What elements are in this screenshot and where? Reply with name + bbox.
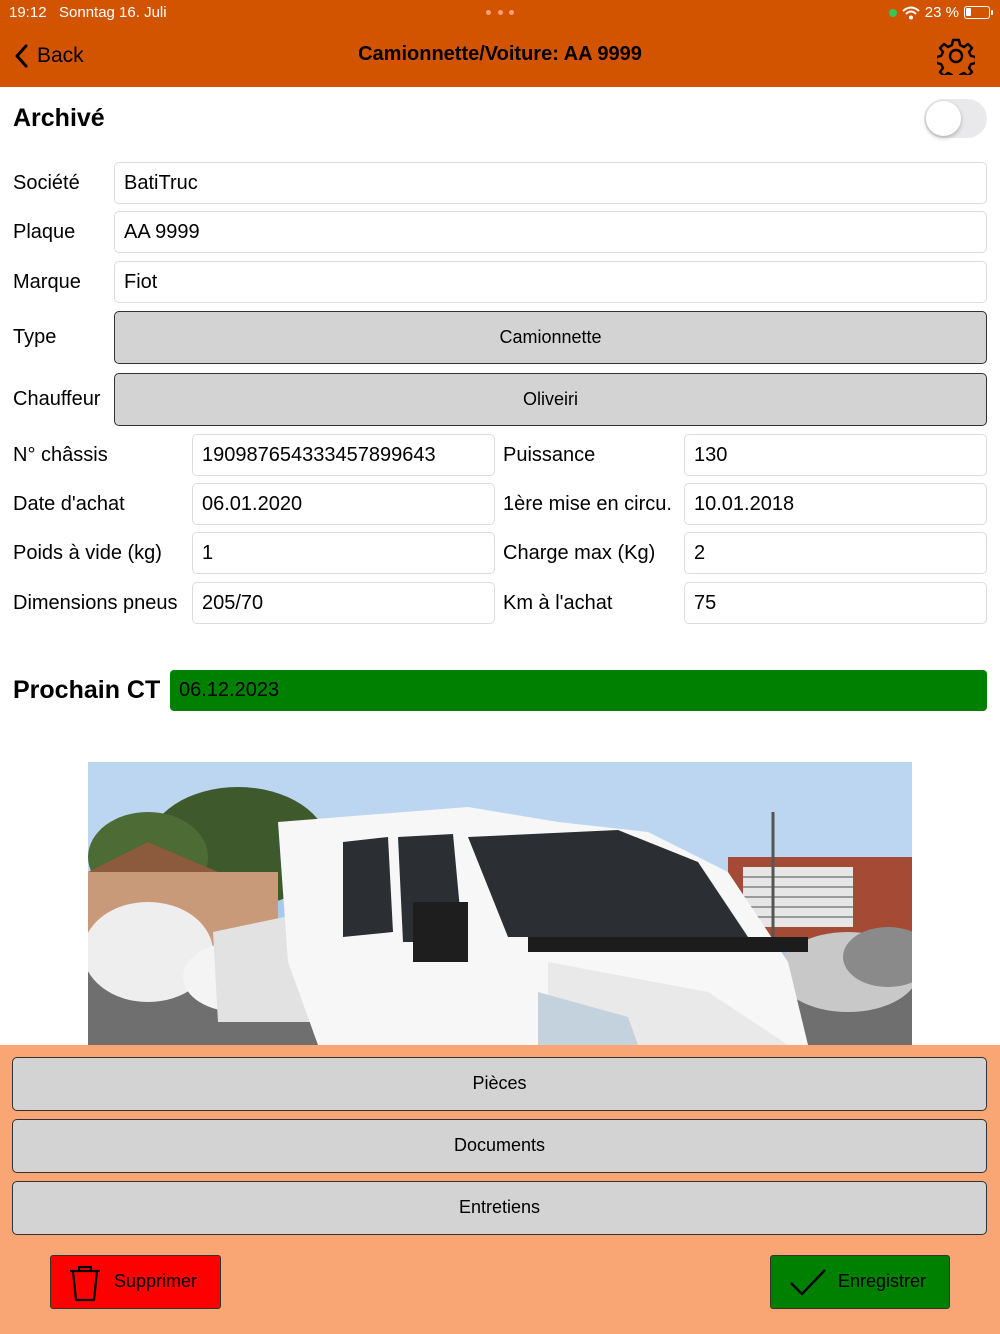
societe-label: Société xyxy=(13,172,80,194)
plaque-label: Plaque xyxy=(13,221,76,243)
documents-button[interactable]: Documents xyxy=(12,1119,987,1173)
status-time: 19:12 xyxy=(9,4,47,21)
date-achat-field[interactable]: 06.01.2020 xyxy=(192,483,495,525)
camera-indicator-icon xyxy=(888,8,897,17)
archive-toggle[interactable] xyxy=(924,99,987,138)
delete-label: Supprimer xyxy=(114,1271,198,1291)
vehicle-photo[interactable] xyxy=(88,762,912,1045)
prochain-ct-date[interactable]: 06.12.2023 xyxy=(170,670,987,711)
status-bar: 19:12 Sonntag 16. Juli 23 % xyxy=(0,0,1000,26)
marque-field[interactable]: Fiot xyxy=(114,261,987,303)
poids-vide-field[interactable]: 1 xyxy=(192,532,495,574)
status-date: Sonntag 16. Juli xyxy=(59,4,167,21)
archive-label: Archivé xyxy=(13,104,105,132)
plaque-field[interactable]: AA 9999 xyxy=(114,211,987,253)
toggle-knob xyxy=(926,101,961,136)
delete-button[interactable]: Supprimer xyxy=(50,1255,221,1309)
entretiens-button[interactable]: Entretiens xyxy=(12,1181,987,1235)
save-button[interactable]: Enregistrer xyxy=(770,1255,950,1309)
multitasking-dots-icon[interactable] xyxy=(486,10,514,16)
battery-icon xyxy=(964,6,993,19)
mise-en-circu-field[interactable]: 10.01.2018 xyxy=(684,483,987,525)
charge-max-label: Charge max (Kg) xyxy=(503,542,656,564)
marque-label: Marque xyxy=(13,271,81,293)
checkmark-icon xyxy=(790,1269,826,1296)
charge-max-field[interactable]: 2 xyxy=(684,532,987,574)
type-label: Type xyxy=(13,326,57,348)
chauffeur-picker-button[interactable]: Oliveiri xyxy=(114,373,987,426)
status-indicators: 23 % xyxy=(888,4,993,21)
battery-percent: 23 % xyxy=(924,4,959,21)
dimensions-pneus-field[interactable]: 205/70 xyxy=(192,582,495,624)
km-achat-field[interactable]: 75 xyxy=(684,582,987,624)
page-title: Camionnette/Voiture: AA 9999 xyxy=(358,43,642,65)
puissance-label: Puissance xyxy=(503,444,596,466)
type-picker-button[interactable]: Camionnette xyxy=(114,311,987,364)
chassis-field[interactable]: 190987654333457899643 xyxy=(192,434,495,476)
date-achat-label: Date d'achat xyxy=(13,493,125,515)
save-label: Enregistrer xyxy=(838,1271,927,1291)
pieces-button[interactable]: Pièces xyxy=(12,1057,987,1111)
puissance-field[interactable]: 130 xyxy=(684,434,987,476)
km-achat-label: Km à l'achat xyxy=(503,592,613,614)
societe-field[interactable]: BatiTruc xyxy=(114,162,987,204)
settings-button[interactable] xyxy=(934,37,978,82)
navigation-header: 19:12 Sonntag 16. Juli 23 % Back Camionn… xyxy=(0,0,1000,87)
mise-en-circu-label: 1ère mise en circu. xyxy=(503,493,672,515)
chassis-label: N° châssis xyxy=(13,444,108,466)
poids-vide-label: Poids à vide (kg) xyxy=(13,542,162,564)
chauffeur-label: Chauffeur xyxy=(13,388,101,410)
dimensions-pneus-label: Dimensions pneus xyxy=(13,592,178,614)
trash-icon xyxy=(70,1265,100,1302)
prochain-ct-label: Prochain CT xyxy=(13,676,161,704)
wifi-icon xyxy=(902,6,920,19)
gear-icon xyxy=(934,38,978,82)
